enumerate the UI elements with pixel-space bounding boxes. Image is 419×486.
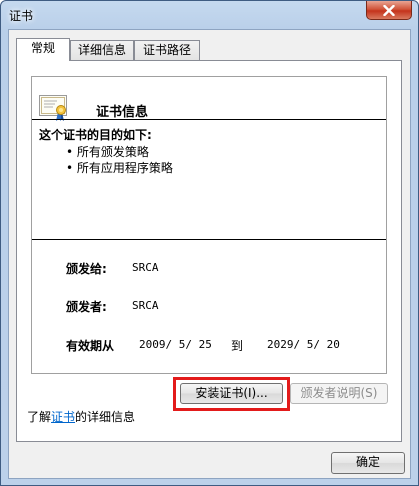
purpose-item: 所有应用程序策略 <box>66 160 173 176</box>
issuer-statement-button[interactable]: 颁发者说明(S) <box>290 383 388 404</box>
issued-by-value: SRCA <box>132 299 159 312</box>
certificate-icon <box>39 95 67 121</box>
learn-more-text: 了解证书的详细信息 <box>27 408 135 425</box>
close-button[interactable] <box>366 1 412 20</box>
tab-details-label: 详细信息 <box>77 43 126 57</box>
certificate-dialog: 证书 常规 详细信息 证书路径 证书信息 这个证书的目的如下: • 所有颁发策略… <box>0 0 419 486</box>
valid-to-word: 到 <box>231 339 244 353</box>
purpose-heading: 这个证书的目的如下: <box>39 128 152 142</box>
valid-from-date: 2009/ 5/ 25 <box>139 338 212 351</box>
divider-top <box>32 119 386 120</box>
certificate-link[interactable]: 证书 <box>51 410 75 424</box>
issued-to-value: SRCA <box>132 261 159 274</box>
valid-to-date: 2029/ 5/ 20 <box>267 338 340 351</box>
window-title: 证书 <box>9 9 34 23</box>
tab-general[interactable]: 常规 <box>16 38 70 61</box>
close-icon <box>383 4 395 16</box>
learn-more-prefix: 了解 <box>27 410 52 424</box>
certificate-info-box: 证书信息 这个证书的目的如下: 所有颁发策略 所有应用程序策略 颁发给: SRC… <box>31 76 387 374</box>
valid-from-label: 有效期从 <box>66 339 115 353</box>
purpose-list: 所有颁发策略 所有应用程序策略 <box>66 144 173 176</box>
purpose-item: 所有颁发策略 <box>66 144 173 160</box>
tab-certification-path-label: 证书路径 <box>142 43 191 57</box>
issued-by-label: 颁发者: <box>66 300 107 314</box>
tab-details[interactable]: 详细信息 <box>70 40 134 60</box>
certificate-info-title: 证书信息 <box>96 105 149 120</box>
title-bar[interactable]: 证书 <box>1 1 418 29</box>
issued-to-label: 颁发给: <box>66 262 107 276</box>
tab-general-label: 常规 <box>30 41 55 55</box>
learn-more-suffix: 的详细信息 <box>75 410 136 424</box>
ok-button[interactable]: 确定 <box>331 452 405 474</box>
install-certificate-button[interactable]: 安装证书(I)... <box>180 383 283 404</box>
divider-middle <box>32 239 386 240</box>
tab-certification-path[interactable]: 证书路径 <box>134 40 200 60</box>
